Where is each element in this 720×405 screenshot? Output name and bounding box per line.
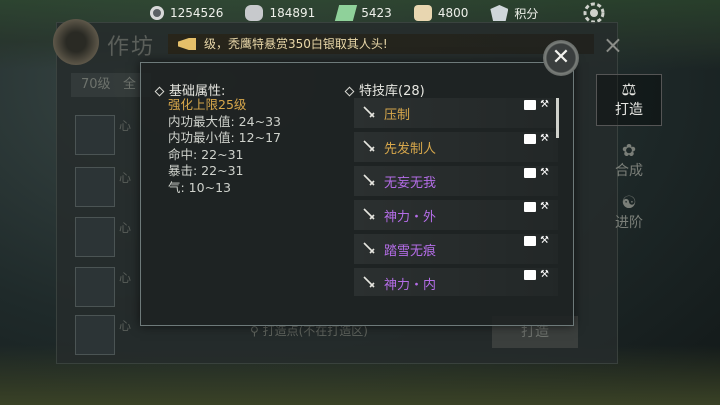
recipe-label: 心 [119, 119, 132, 133]
recipe-label: 心 [119, 171, 132, 185]
recipe-item[interactable] [75, 167, 115, 207]
skill-scrollbar[interactable] [556, 98, 559, 138]
tab-label: 合成 [615, 163, 643, 179]
resource-value: 184891 [269, 6, 316, 20]
shield-icon [490, 5, 509, 21]
bag-icon [413, 5, 432, 21]
synthesize-icon: ✿ [621, 141, 637, 161]
attr-list: 强化上限25级 内功最大值: 24~33 内功最小值: 12~17 命中: 22… [168, 97, 281, 196]
tab-synthesize[interactable]: ✿ 合成 [596, 136, 662, 188]
forge-close-button[interactable]: × [603, 31, 623, 59]
search-icon: ⚲ [250, 324, 259, 338]
anvil-icon: ⚖ [621, 80, 637, 100]
announcement-bar: 级，秃鹰特悬赏350白银取其人头! [168, 34, 594, 54]
hammer-icon: ⚒ [540, 269, 549, 280]
hammer-icon: ⚒ [540, 167, 549, 178]
close-button[interactable]: ✕ [543, 40, 579, 76]
hammer-icon: ⚒ [540, 235, 549, 246]
sword-icon [363, 208, 375, 220]
forge-medal-icon [53, 19, 99, 65]
announcement-text: 级，秃鹰特悬赏350白银取其人头! [204, 37, 388, 51]
skill-tags: ⚒ [524, 270, 552, 280]
resource-value: 1254526 [170, 6, 224, 20]
recipe-item[interactable] [75, 267, 115, 307]
attr-line: 命中: 22~31 [168, 146, 244, 162]
attr-line: 内功最小值: 12~17 [168, 130, 281, 145]
tab-label: 打造 [615, 102, 643, 118]
resource-ticket: 5423 [335, 5, 392, 21]
level-filter[interactable]: 70级 [71, 73, 151, 97]
resource-value: 积分 [514, 6, 539, 21]
skill-item[interactable]: 压制 ⚒ [354, 98, 558, 128]
tab-forge[interactable]: ⚖ 打造 [596, 74, 662, 126]
attr-line: 强化上限25级 [168, 97, 247, 112]
skill-item[interactable]: 神力・外 ⚒ [354, 200, 558, 230]
book-icon [524, 236, 536, 246]
filter-all[interactable]: 全 [123, 73, 136, 97]
book-icon [524, 270, 536, 280]
search-label: 打造点(不在打造区) [262, 324, 368, 338]
diamond-icon [154, 86, 165, 97]
skill-item[interactable]: 踏雪无痕 ⚒ [354, 234, 558, 264]
skill-title: 特技库(28) [344, 80, 425, 99]
advance-icon: ☯ [621, 193, 637, 213]
skill-title-text: 特技库(28) [359, 84, 425, 99]
recipe-item[interactable] [75, 115, 115, 155]
sword-icon [363, 174, 375, 186]
book-icon [524, 100, 536, 110]
book-icon [524, 168, 536, 178]
skill-name: 压制 [384, 108, 411, 123]
resource-value: 5423 [361, 6, 392, 20]
silver-icon [245, 5, 264, 21]
resource-reel: 1254526 [150, 6, 223, 20]
skill-tags: ⚒ [524, 168, 552, 178]
resource-silver: 184891 [245, 5, 315, 21]
resource-bag: 4800 [413, 5, 469, 21]
diamond-icon [344, 86, 355, 97]
sword-icon [363, 140, 375, 152]
recipe-label: 心 [119, 271, 132, 285]
ticket-icon [335, 5, 358, 21]
skill-name: 先发制人 [384, 142, 437, 157]
skill-item[interactable]: 无妄无我 ⚒ [354, 166, 558, 196]
reel-icon [150, 6, 164, 20]
tab-advance[interactable]: ☯ 进阶 [596, 188, 662, 240]
skill-tags: ⚒ [524, 134, 552, 144]
sword-icon [363, 276, 375, 288]
sword-icon [363, 106, 375, 118]
recipe-item[interactable] [75, 217, 115, 257]
resource-value: 4800 [437, 6, 469, 20]
skill-tags: ⚒ [524, 202, 552, 212]
attr-line: 暴击: 22~31 [168, 163, 244, 178]
horn-icon [178, 38, 196, 50]
skill-name: 无妄无我 [384, 176, 437, 191]
hammer-icon: ⚒ [540, 99, 549, 110]
skill-list[interactable]: 压制 ⚒ 先发制人 ⚒ 无妄无我 ⚒ 神力・外 ⚒ 踏雪无痕 ⚒ 神力・内 ⚒ [354, 98, 558, 296]
skill-name: 踏雪无痕 [384, 244, 437, 259]
book-icon [524, 134, 536, 144]
hammer-icon: ⚒ [540, 133, 549, 144]
attr-line: 气: 10~13 [168, 179, 231, 195]
book-icon [524, 202, 536, 212]
side-tabs: ⚖ 打造 ✿ 合成 ☯ 进阶 [596, 74, 662, 240]
skill-item[interactable]: 神力・内 ⚒ [354, 268, 558, 296]
sword-icon [363, 242, 375, 254]
skill-tags: ⚒ [524, 100, 552, 110]
skill-item[interactable]: 先发制人 ⚒ [354, 132, 558, 162]
skill-name: 神力・内 [384, 278, 437, 293]
skill-name: 神力・外 [384, 210, 437, 225]
recipe-label: 心 [119, 319, 132, 333]
resource-points[interactable]: 积分 [490, 5, 538, 22]
attr-line: 内功最大值: 24~33 [168, 113, 281, 129]
skill-tags: ⚒ [524, 236, 552, 246]
forge-title: 作坊 [107, 35, 156, 60]
recipe-label: 心 [119, 221, 132, 235]
recipe-item[interactable] [75, 315, 115, 355]
hammer-icon: ⚒ [540, 201, 549, 212]
tab-label: 进阶 [615, 215, 643, 231]
